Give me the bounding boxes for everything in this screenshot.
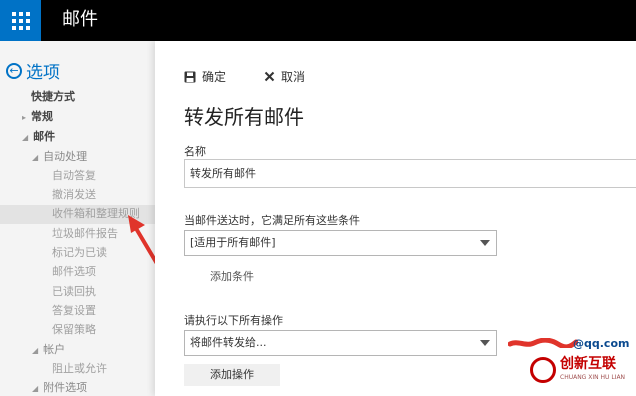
nav-item-auto-reply[interactable]: 自动答复 [52,169,96,183]
action-label: 请执行以下所有操作 [184,314,283,327]
app-title: 邮件 [62,9,98,30]
save-label: 确定 [202,70,227,84]
nav-item-junk-report[interactable]: 垃圾邮件报告 [52,227,118,241]
back-arrow-icon: ← [6,62,22,79]
nav-item-shortcuts[interactable]: 快捷方式 [31,90,75,104]
add-condition-button[interactable]: 添加条件 [184,266,280,288]
nav-item-reply-settings[interactable]: 答复设置 [52,304,96,318]
nav-item-undo-send[interactable]: 撤消发送 [52,188,96,202]
watermark-sub: CHUANG XIN HU LIAN [560,374,626,381]
forward-target-address[interactable]: @qq.com [573,337,629,350]
cancel-button[interactable]: 取消 [264,68,305,85]
action-select[interactable]: 将邮件转发给... [184,330,497,356]
condition-value: [适用于所有邮件] [190,236,276,249]
caret-down-icon: ◢ [32,384,39,393]
rule-editor-panel: 确定 取消 转发所有邮件 名称 转发所有邮件 当邮件送达时，它满足所有这些条件 … [155,41,636,396]
back-label: 选项 [26,63,60,83]
nav-item-retention-policies[interactable]: 保留策略 [52,323,96,337]
caret-right-icon: ▸ [22,113,27,122]
save-button[interactable]: 确定 [184,68,226,85]
name-label: 名称 [184,145,206,158]
condition-label: 当邮件送达时，它满足所有这些条件 [184,214,360,227]
nav-item-read-receipts[interactable]: 已读回执 [52,285,96,299]
nav-item-accounts[interactable]: ◢ 帐户 [32,343,65,358]
rule-name-input[interactable]: 转发所有邮件 [184,159,636,188]
nav-item-general[interactable]: ▸ 常规 [22,110,53,125]
brand-logo-icon [530,357,556,383]
caret-down-icon: ◢ [22,133,29,142]
nav-item-mark-as-read[interactable]: 标记为已读 [52,246,107,260]
caret-down-icon: ◢ [32,153,39,162]
caret-down-icon: ◢ [32,346,39,355]
condition-select[interactable]: [适用于所有邮件] [184,230,497,256]
page-title: 转发所有邮件 [184,105,304,129]
cancel-label: 取消 [281,70,306,84]
nav-item-automatic-processing[interactable]: ◢ 自动处理 [32,150,87,165]
top-bar: 邮件 [0,0,636,41]
chevron-down-icon [480,240,490,246]
nav-item-message-options[interactable]: 邮件选项 [52,265,96,279]
app-launcher-grid-icon[interactable] [0,0,41,41]
redaction-scribble [508,338,578,348]
nav-item-block-or-allow[interactable]: 阻止或允许 [52,362,107,376]
action-value: 将邮件转发给... [190,336,267,349]
add-action-button[interactable]: 添加操作 [184,364,280,386]
close-icon [264,71,275,82]
watermark-name: 创新互联 [560,356,616,372]
nav-item-mail[interactable]: ◢ 邮件 [22,130,55,145]
nav-item-attachment-options[interactable]: ◢ 附件选项 [32,381,87,396]
chevron-down-icon [480,340,490,346]
save-icon [184,71,196,82]
back-to-options[interactable]: ← 选项 [6,58,60,83]
watermark-logo: 创新互联 CHUANG XIN HU LIAN [530,356,625,384]
